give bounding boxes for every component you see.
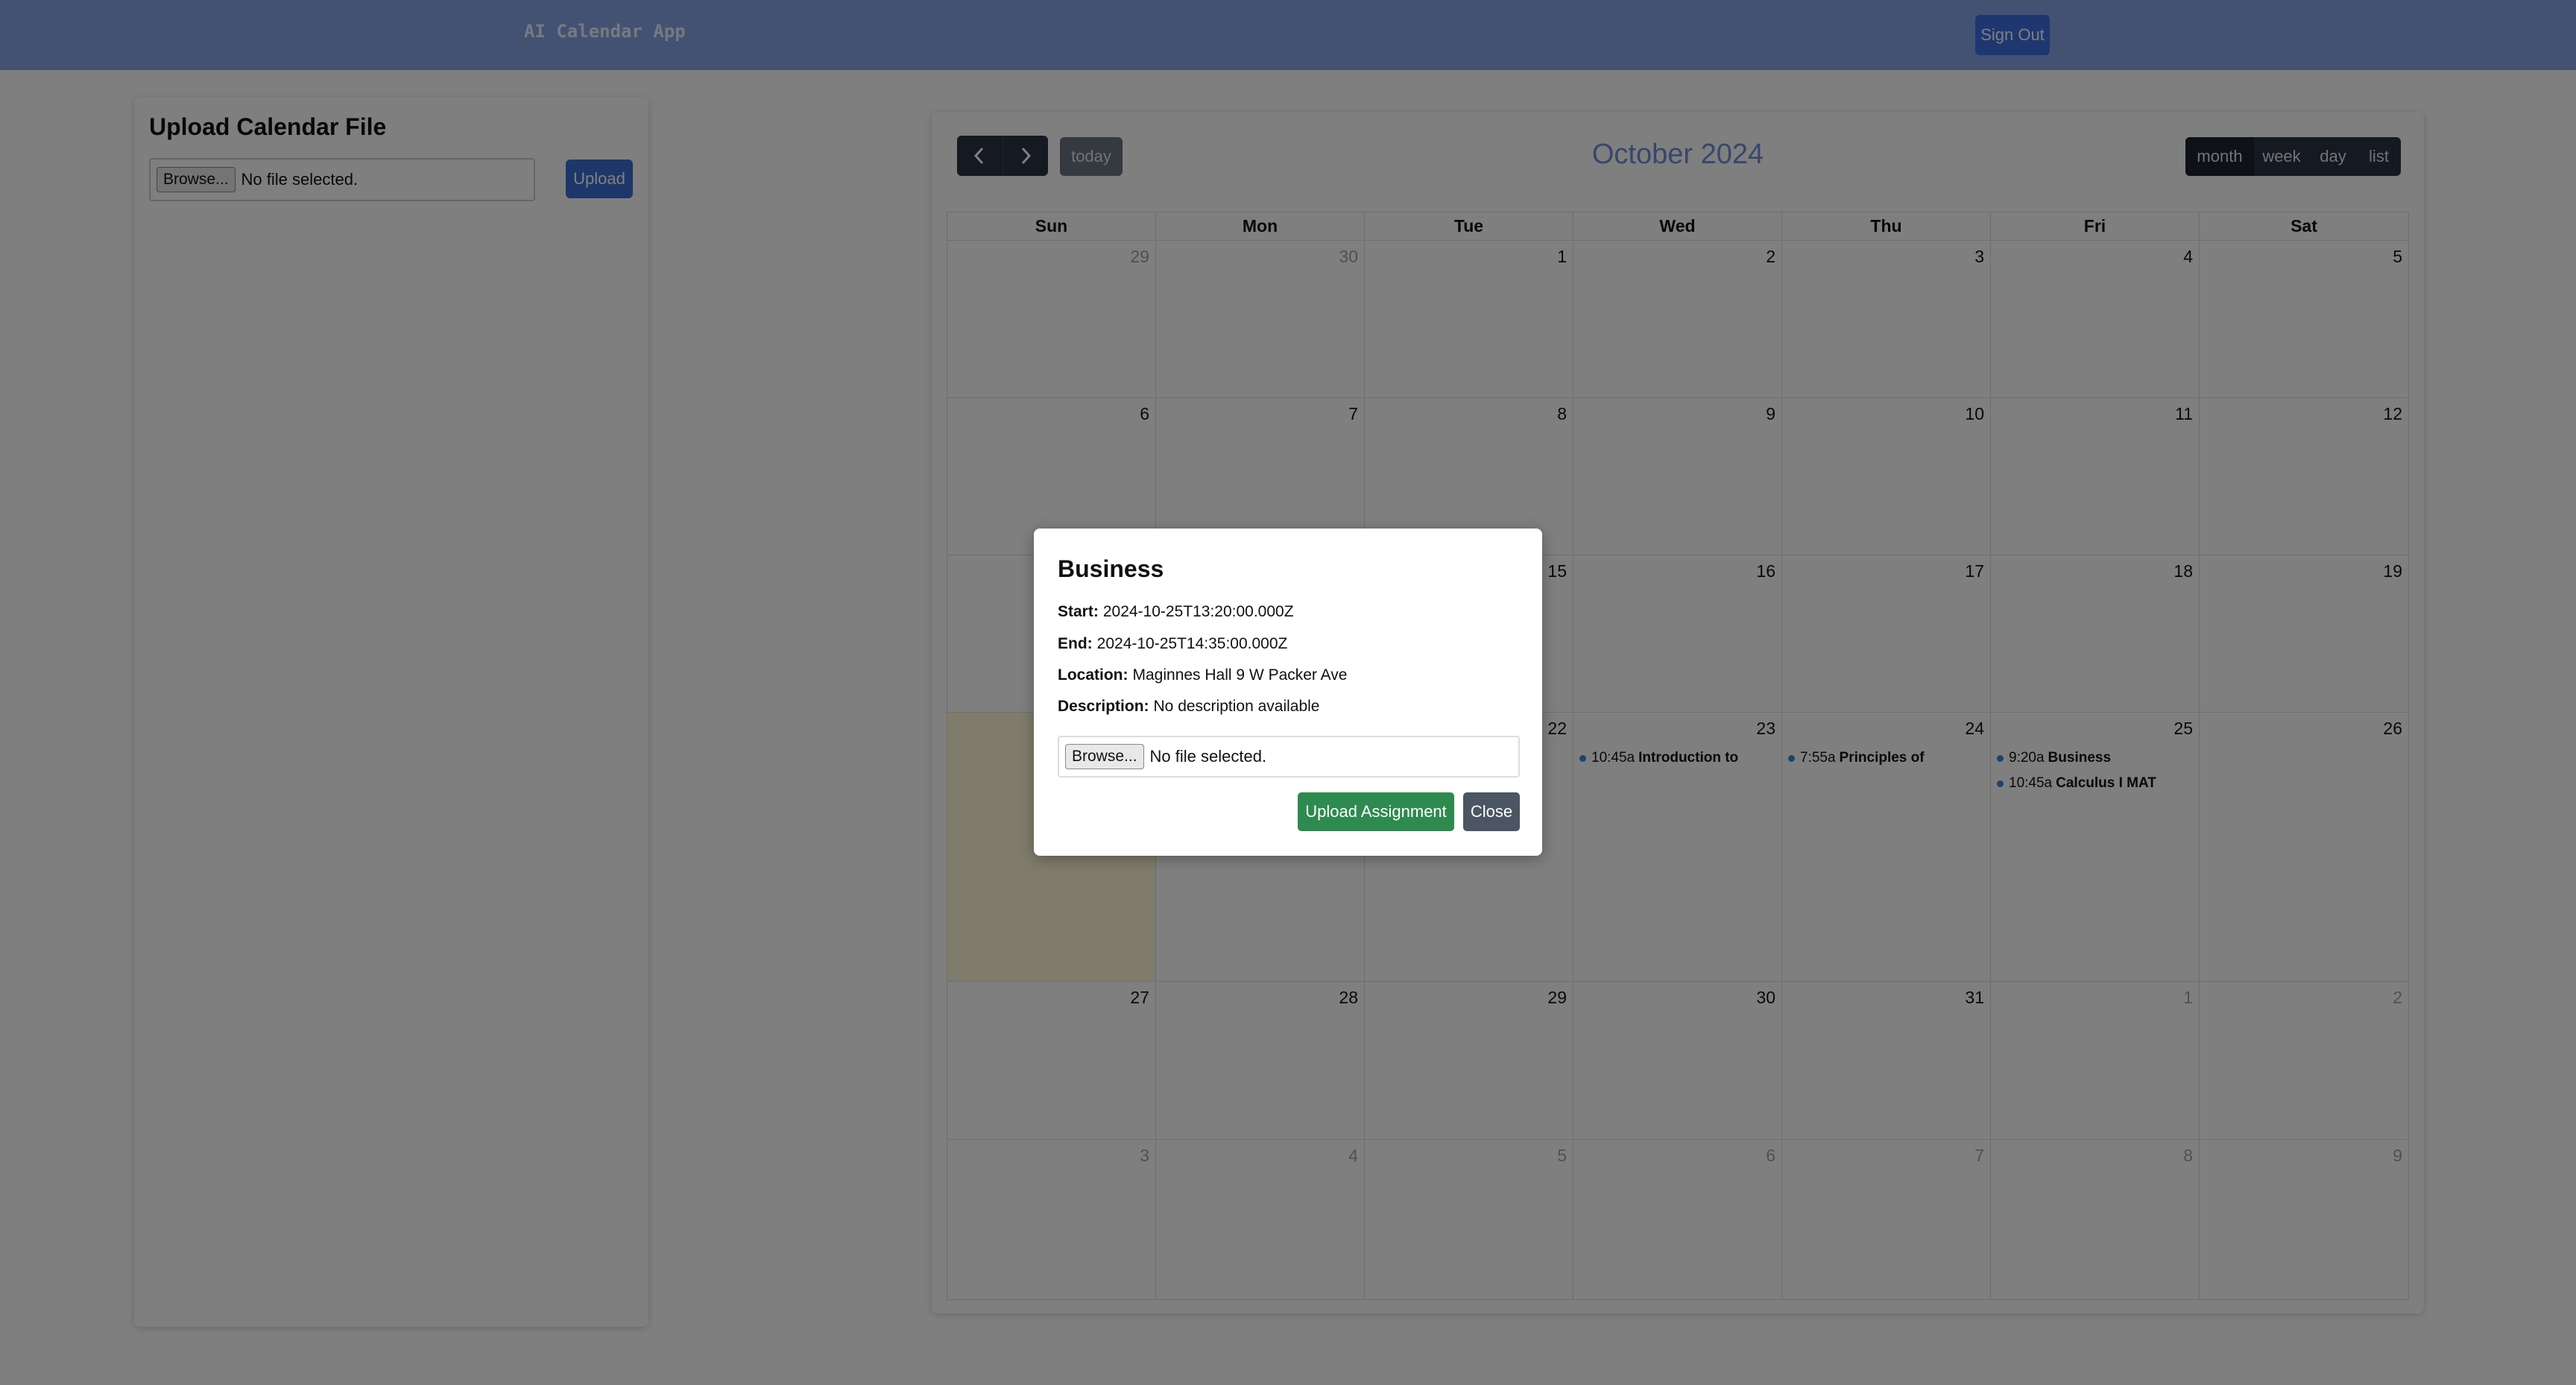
event-location-row: Location: Maginnes Hall 9 W Packer Ave [1058,666,1347,684]
event-description-row: Description: No description available [1058,698,1319,716]
location-label: Location: [1058,666,1128,684]
upload-assignment-button[interactable]: Upload Assignment [1298,792,1454,831]
description-value: No description available [1153,698,1320,715]
assignment-browse-button[interactable]: Browse... [1065,744,1144,769]
location-value: Maginnes Hall 9 W Packer Ave [1132,666,1348,684]
start-value: 2024-10-25T13:20:00.000Z [1102,603,1294,620]
event-details-modal: Business Start: 2024-10-25T13:20:00.000Z … [1034,529,1542,856]
assignment-file-status: No file selected. [1149,747,1267,766]
event-start-row: Start: 2024-10-25T13:20:00.000Z [1058,603,1294,621]
assignment-file-input[interactable]: Browse... No file selected. [1058,736,1520,777]
end-label: End: [1058,635,1093,652]
description-label: Description: [1058,698,1149,715]
close-modal-button[interactable]: Close [1463,792,1520,831]
event-end-row: End: 2024-10-25T14:35:00.000Z [1058,635,1287,653]
modal-title: Business [1058,555,1164,582]
start-label: Start: [1058,603,1099,620]
end-value: 2024-10-25T14:35:00.000Z [1096,635,1288,652]
